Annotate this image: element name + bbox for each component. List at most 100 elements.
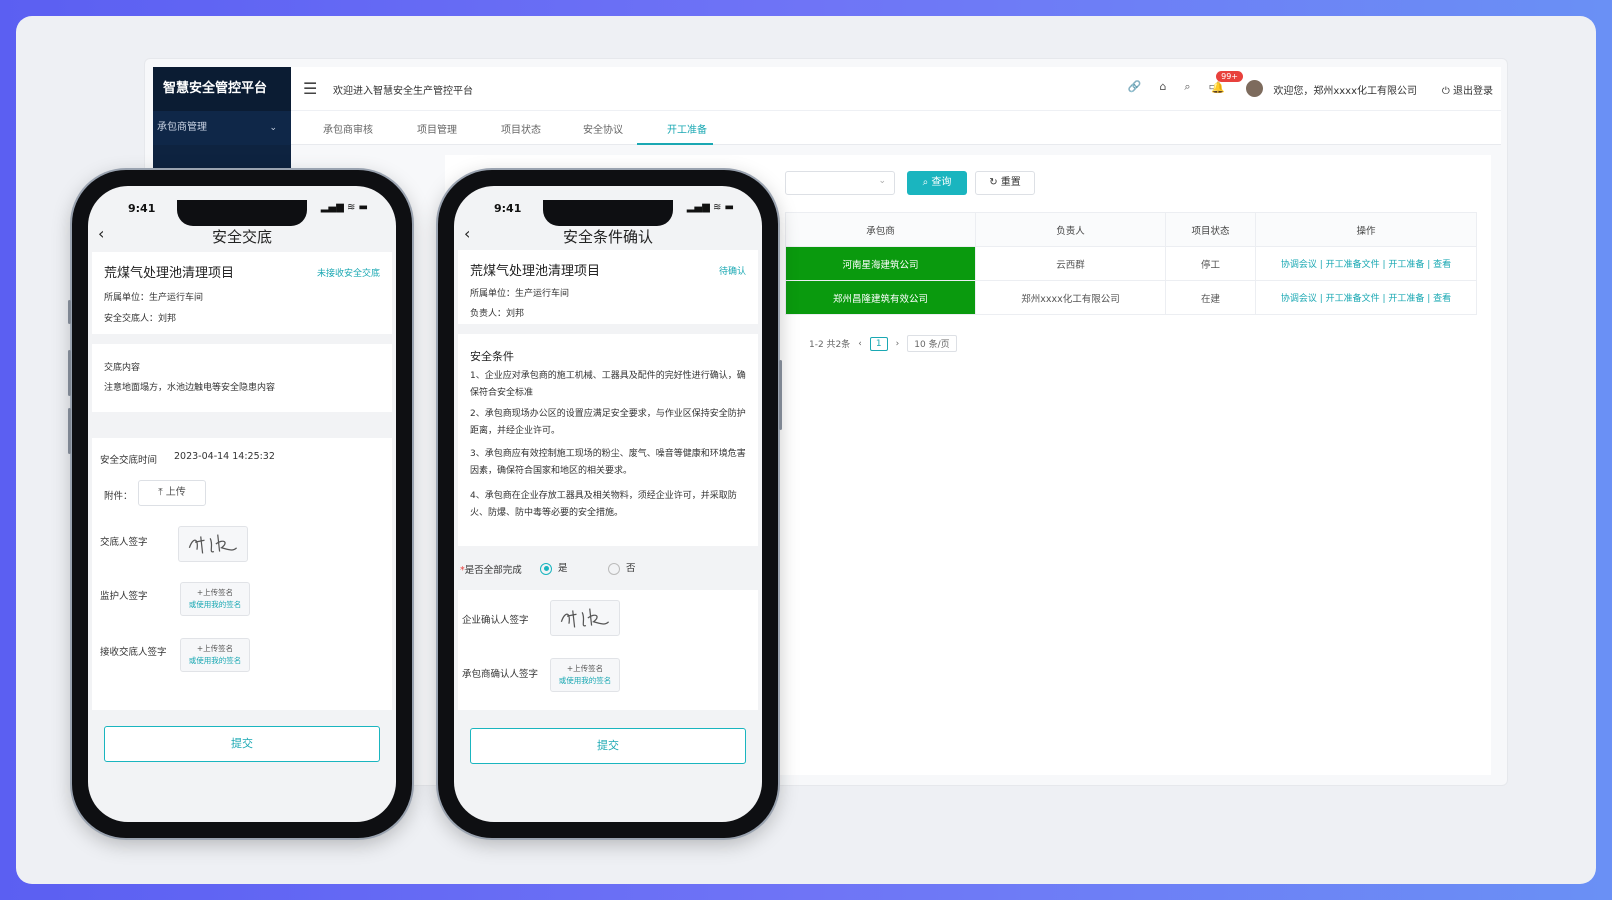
search-icon[interactable]: ⌕: [1184, 80, 1190, 94]
condition-item: 2、承包商现场办公区的设置应满足安全要求，与作业区保持安全防护距离，并经企业许可…: [470, 409, 746, 436]
project-title: 荒煤气处理池清理项目: [470, 264, 601, 279]
phone-side-button: [68, 350, 71, 396]
time-value: 2023-04-14 14:25:32: [174, 451, 275, 462]
table-row: 郑州昌隆建筑有效公司 郑州xxxx化工有限公司 在建 协调会议 | 开工准备文件…: [785, 280, 1477, 315]
prev-page-icon[interactable]: ‹: [858, 339, 862, 349]
signature-upload[interactable]: +上传签名 或使用我的签名: [180, 582, 250, 616]
bell-icon[interactable]: 🔔: [1211, 81, 1225, 94]
use-my-signature-link[interactable]: 或使用我的签名: [551, 675, 619, 687]
status-time: 9:41: [128, 202, 156, 215]
data-table: 承包商 负责人 项目状态 操作 河南星海建筑公司 云西群 停工 协调会议 | 开…: [785, 212, 1477, 315]
chevron-down-icon: ⌄: [269, 123, 277, 133]
cell-person: 云西群: [975, 246, 1166, 281]
conditions-title: 安全条件: [470, 350, 514, 363]
link-icon[interactable]: 🔗: [1128, 80, 1142, 94]
phone-safety-briefing: 9:41 ▂▄▆ ≋ ▬ ‹ 安全交底 荒煤气处理池清理项目 未接收安全交底 所…: [68, 170, 412, 838]
phone-notch: [177, 200, 307, 226]
cell-actions[interactable]: 协调会议 | 开工准备文件 | 开工准备 | 查看: [1255, 246, 1477, 281]
logout-icon: ⏻: [1441, 86, 1450, 97]
phone-screen: 9:41 ▂▄▆ ≋ ▬ ‹ 安全条件确认 荒煤气处理池清理项目 待确认 所属单…: [454, 186, 762, 822]
column-header: 项目状态: [1165, 212, 1256, 247]
upload-label: 上传: [165, 487, 186, 498]
logout-link[interactable]: ⏻ 退出登录: [1442, 82, 1493, 97]
radio-yes[interactable]: 是: [540, 560, 568, 575]
active-tab-indicator: [637, 143, 713, 145]
phone-safety-confirm: 9:41 ▂▄▆ ≋ ▬ ‹ 安全条件确认 荒煤气处理池清理项目 待确认 所属单…: [438, 170, 782, 838]
filter-select[interactable]: ⌄: [785, 171, 895, 195]
unit-text: 所属单位：生产运行车间: [104, 293, 204, 303]
unit-text: 所属单位：生产运行车间: [470, 289, 570, 299]
person-text: 负责人：刘邦: [470, 309, 525, 319]
page-number[interactable]: 1: [869, 336, 888, 351]
cell-contractor: 河南星海建筑公司: [785, 246, 976, 281]
home-icon[interactable]: ⌂: [1159, 80, 1166, 94]
status-time: 9:41: [494, 202, 522, 215]
status-badge: 未接收安全交底: [316, 269, 380, 279]
use-my-signature-link[interactable]: 或使用我的签名: [181, 599, 249, 611]
tab-startup-prep[interactable]: 开工准备: [667, 121, 707, 136]
brand-title: 智慧安全管控平台: [153, 67, 291, 111]
signature-card: 企业确认人签字 承包商确认人签字 +上传签名 或使用我的签名: [458, 590, 758, 710]
page-size-select[interactable]: 10 条/页: [907, 335, 957, 352]
query-button[interactable]: ⌕ 查询: [907, 171, 967, 195]
signature-upload[interactable]: +上传签名 或使用我的签名: [180, 638, 250, 672]
content-text: 注意地面塌方，水池边触电等安全隐患内容: [104, 383, 276, 393]
content-label: 交底内容: [104, 363, 141, 373]
canvas: 智慧安全管控平台 承包商管理 ⌄ ☰ 欢迎进入智慧安全生产管控平台 🔗 ⌂ ⌕ …: [16, 16, 1596, 884]
upload-signature-label: +上传签名: [196, 644, 234, 653]
sign-label: 企业确认人签字: [462, 615, 529, 626]
logout-label: 退出登录: [1453, 86, 1493, 97]
radio-no-label: 否: [626, 563, 636, 574]
user-greeting: 欢迎您，郑州xxxx化工有限公司: [1273, 86, 1417, 97]
pager-total: 1-2 共2条: [809, 340, 851, 350]
sidebar-item-contractor[interactable]: 承包商管理 ⌄: [153, 111, 291, 145]
welcome-message: 欢迎进入智慧安全生产管控平台: [333, 86, 473, 97]
submit-button[interactable]: 提交: [104, 726, 380, 762]
reset-button[interactable]: ↻ 重置: [975, 171, 1035, 195]
cell-actions[interactable]: 协调会议 | 开工准备文件 | 开工准备 | 查看: [1255, 280, 1477, 315]
table-header-row: 承包商 负责人 项目状态 操作: [785, 212, 1477, 247]
phone-side-button: [68, 300, 71, 324]
radio-unchecked-icon: [608, 562, 620, 575]
query-label: 查询: [931, 177, 952, 188]
tab-bar: 承包商审核 项目管理 项目状态 安全协议 开工准备: [291, 111, 1501, 145]
column-header: 承包商: [785, 212, 976, 247]
use-my-signature-link[interactable]: 或使用我的签名: [181, 655, 249, 667]
tab-contractor-review[interactable]: 承包商审核: [323, 121, 373, 136]
table-row: 河南星海建筑公司 云西群 停工 协调会议 | 开工准备文件 | 开工准备 | 查…: [785, 246, 1477, 281]
next-page-icon[interactable]: ›: [896, 339, 900, 349]
tab-project-status[interactable]: 项目状态: [501, 121, 541, 136]
signature-image[interactable]: [550, 600, 620, 636]
signature-image[interactable]: [178, 526, 248, 562]
tab-safety-agreement[interactable]: 安全协议: [583, 121, 623, 136]
refresh-icon: ↻: [989, 177, 998, 188]
topbar: ☰ 欢迎进入智慧安全生产管控平台 🔗 ⌂ ⌕ ▭ 🔔 99+ 欢迎您，郑州xxx…: [291, 67, 1501, 111]
pagination: 1-2 共2条 ‹ 1 › 10 条/页: [809, 335, 957, 352]
project-card: 荒煤气处理池清理项目 待确认 所属单位：生产运行车间 负责人：刘邦: [458, 250, 758, 324]
upload-icon: ⤒: [158, 487, 163, 498]
signature-upload[interactable]: +上传签名 或使用我的签名: [550, 658, 620, 692]
cell-status: 在建: [1165, 280, 1256, 315]
tab-project-management[interactable]: 项目管理: [417, 121, 457, 136]
menu-icon[interactable]: ☰: [303, 79, 317, 98]
cell-contractor: 郑州昌隆建筑有效公司: [785, 280, 976, 315]
avatar[interactable]: [1246, 80, 1263, 97]
column-header: 负责人: [975, 212, 1166, 247]
page-title: 安全交底: [211, 228, 272, 246]
radio-yes-label: 是: [558, 563, 568, 574]
radio-checked-icon: [540, 562, 552, 575]
upload-button[interactable]: ⤒ 上传: [138, 480, 206, 506]
sign-label: 接收交底人签字: [100, 647, 167, 658]
submit-button[interactable]: 提交: [470, 728, 746, 764]
radio-no[interactable]: 否: [608, 560, 636, 575]
toolbar-icons: 🔗 ⌂ ⌕ ▭: [1128, 80, 1219, 94]
phone-notch: [543, 200, 673, 226]
reset-label: 重置: [1000, 177, 1021, 188]
condition-item: 3、承包商应有效控制施工现场的粉尘、废气、噪音等健康和环境危害因素，确保符合国家…: [470, 449, 746, 476]
search-icon: ⌕: [922, 177, 929, 188]
time-label: 安全交底时间: [100, 455, 158, 466]
project-card: 荒煤气处理池清理项目 未接收安全交底 所属单位：生产运行车间 安全交底人：刘邦: [92, 252, 392, 334]
complete-label: *是否全部完成: [460, 565, 522, 576]
status-badge: 待确认: [718, 267, 746, 277]
sidebar-item-label: 承包商管理: [157, 122, 207, 133]
